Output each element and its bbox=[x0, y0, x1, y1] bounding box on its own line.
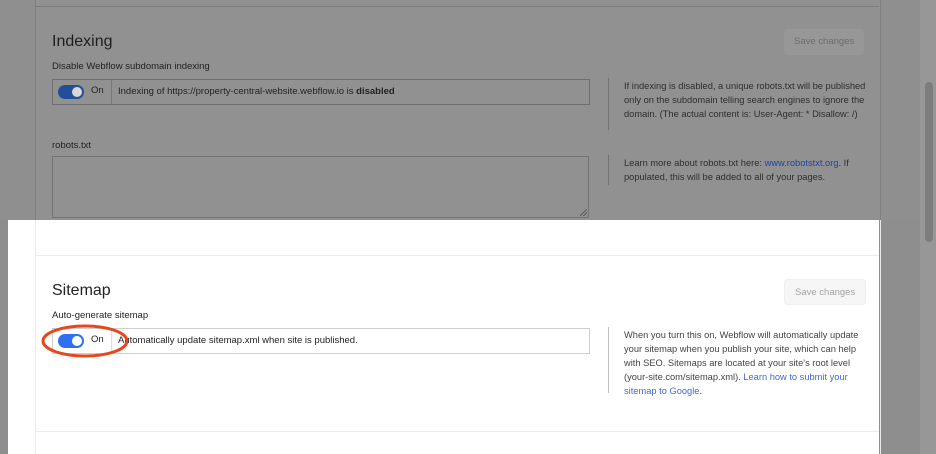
auto-generate-sitemap-label: Auto-generate sitemap bbox=[52, 310, 149, 321]
indexing-status-text: Indexing of https://property-central-web… bbox=[118, 86, 395, 97]
highlight-circle-icon bbox=[41, 324, 129, 358]
sitemap-bottom-divider bbox=[36, 431, 879, 432]
sitemap-help-text: When you turn this on, Webflow will auto… bbox=[624, 328, 872, 398]
sitemap-save-button[interactable]: Save changes bbox=[784, 279, 867, 305]
indexing-toggle[interactable]: On bbox=[53, 80, 112, 104]
indexing-help-text: If indexing is disabled, a unique robots… bbox=[624, 81, 866, 119]
robots-txt-label: robots.txt bbox=[52, 140, 92, 151]
panel-top-divider bbox=[35, 6, 879, 7]
sitemap-help-suffix: . bbox=[699, 386, 703, 396]
disable-subdomain-indexing-label: Disable Webflow subdomain indexing bbox=[52, 61, 210, 72]
indexing-toggle-state: On bbox=[91, 85, 104, 96]
dimmed-settings-region: Indexing Save changes Disable Webflow su… bbox=[0, 0, 936, 220]
robots-txt-textarea[interactable] bbox=[52, 156, 589, 218]
indexing-title: Indexing bbox=[52, 33, 113, 50]
sitemap-help-divider bbox=[608, 327, 609, 393]
toggle-knob bbox=[72, 87, 82, 97]
sitemap-status-text: Automatically update sitemap.xml when si… bbox=[118, 335, 358, 346]
toggle-switch-icon[interactable] bbox=[58, 85, 84, 99]
indexing-toggle-row: On Indexing of https://property-central-… bbox=[52, 79, 590, 105]
robots-help-text: Learn more about robots.txt here: www.ro… bbox=[624, 156, 868, 184]
indexing-status-value: disabled bbox=[356, 86, 395, 97]
robots-help-divider bbox=[608, 155, 609, 185]
indexing-help-divider bbox=[608, 78, 609, 130]
scrollbar-thumb[interactable] bbox=[925, 82, 933, 242]
indexing-save-button[interactable]: Save changes bbox=[784, 29, 865, 55]
robotstxt-link[interactable]: www.robotstxt.org bbox=[765, 158, 839, 168]
resize-handle-icon[interactable] bbox=[580, 209, 587, 216]
indexing-status-prefix: Indexing of https://property-central-web… bbox=[118, 86, 354, 97]
sitemap-title: Sitemap bbox=[52, 282, 111, 299]
robots-help-prefix: Learn more about robots.txt here: bbox=[624, 158, 762, 168]
sitemap-top-divider bbox=[36, 255, 879, 256]
sitemap-toggle-row: On Automatically update sitemap.xml when… bbox=[52, 328, 590, 354]
